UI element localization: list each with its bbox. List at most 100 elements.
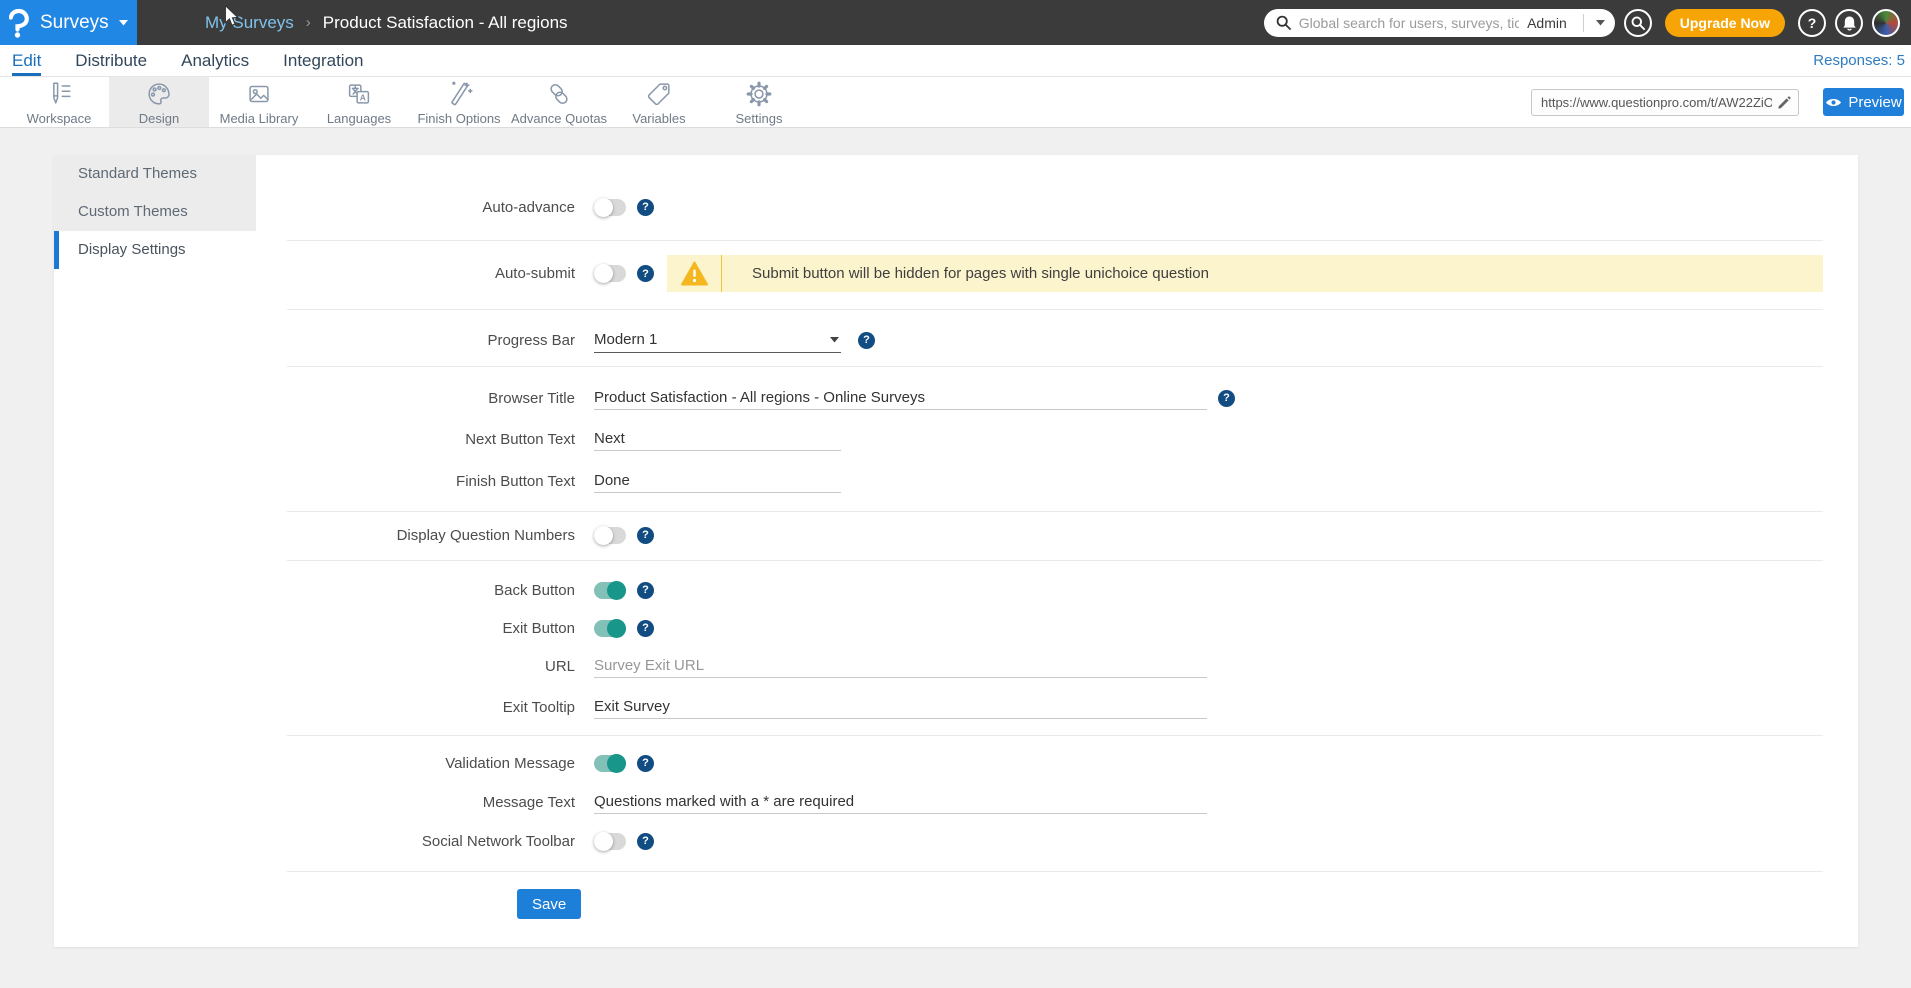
design-settings-card: Standard Themes Custom Themes Display Se… bbox=[54, 155, 1858, 947]
exit-tooltip-input[interactable] bbox=[594, 695, 1207, 719]
validation-message-toggle[interactable] bbox=[594, 755, 626, 772]
help-icon[interactable]: ? bbox=[1218, 390, 1235, 407]
advance-quotas-icon bbox=[544, 79, 574, 109]
auto-advance-label: Auto-advance bbox=[287, 199, 594, 216]
progress-bar-value: Modern 1 bbox=[594, 331, 657, 348]
validation-message-label: Validation Message bbox=[287, 755, 594, 772]
toolbar-item-languages[interactable]: A Languages bbox=[309, 77, 409, 127]
avatar[interactable] bbox=[1872, 9, 1900, 37]
auto-advance-toggle[interactable] bbox=[594, 199, 626, 216]
search-scope-caret-icon[interactable] bbox=[1596, 20, 1605, 26]
tab-edit[interactable]: Edit bbox=[12, 45, 41, 76]
toolbar-item-variables[interactable]: Variables bbox=[609, 77, 709, 127]
global-search[interactable]: Global search for users, surveys, ticket… bbox=[1264, 9, 1615, 37]
exit-button-label: Exit Button bbox=[287, 620, 594, 637]
toolbar-item-finish-options[interactable]: Finish Options bbox=[409, 77, 509, 127]
help-icon[interactable]: ? bbox=[1798, 9, 1826, 37]
divider bbox=[287, 309, 1823, 310]
row-social-network-toolbar: Social Network Toolbar ? bbox=[287, 826, 1823, 856]
toolbar-label: Workspace bbox=[27, 111, 92, 126]
survey-url-box[interactable]: https://www.questionpro.com/t/AW22ZiOP bbox=[1531, 89, 1799, 116]
breadcrumb-my-surveys[interactable]: My Surveys bbox=[205, 13, 294, 33]
social-network-toolbar-label: Social Network Toolbar bbox=[287, 833, 594, 850]
row-back-button: Back Button ? bbox=[287, 575, 1823, 605]
caret-down-icon bbox=[119, 20, 128, 26]
row-exit-tooltip: Exit Tooltip bbox=[287, 692, 1823, 722]
breadcrumb-separator: › bbox=[306, 14, 311, 31]
row-save: Save bbox=[287, 889, 1823, 919]
finish-button-text-input[interactable] bbox=[594, 469, 841, 493]
social-network-toolbar-toggle[interactable] bbox=[594, 833, 626, 850]
sidebar-item-standard-themes[interactable]: Standard Themes bbox=[54, 155, 256, 193]
next-button-text-input[interactable] bbox=[594, 427, 841, 451]
sidebar-item-custom-themes[interactable]: Custom Themes bbox=[54, 193, 256, 231]
surveys-menu[interactable]: Surveys bbox=[0, 0, 137, 45]
toolbar-item-settings[interactable]: Settings bbox=[709, 77, 809, 127]
row-auto-submit: Auto-submit ? Submit button will be hidd… bbox=[287, 255, 1823, 292]
tab-analytics[interactable]: Analytics bbox=[181, 45, 249, 76]
app-label: Surveys bbox=[40, 12, 109, 34]
warning-message: Submit button will be hidden for pages w… bbox=[722, 265, 1209, 282]
page-title: Product Satisfaction - All regions bbox=[323, 13, 568, 33]
pencil-icon[interactable] bbox=[1778, 96, 1791, 109]
help-icon[interactable]: ? bbox=[637, 833, 654, 850]
save-button[interactable]: Save bbox=[517, 889, 581, 919]
top-bar: Surveys My Surveys › Product Satisfactio… bbox=[0, 0, 1911, 45]
help-icon[interactable]: ? bbox=[637, 620, 654, 637]
search-scope-label[interactable]: Admin bbox=[1527, 15, 1567, 31]
toolbar-label: Finish Options bbox=[417, 111, 500, 126]
auto-submit-label: Auto-submit bbox=[287, 265, 594, 282]
responses-count[interactable]: Responses: 5 bbox=[1813, 52, 1905, 69]
browser-title-input[interactable] bbox=[594, 386, 1207, 410]
progress-bar-label: Progress Bar bbox=[287, 332, 594, 349]
breadcrumb: My Surveys › Product Satisfaction - All … bbox=[205, 13, 568, 33]
progress-bar-select[interactable]: Modern 1 bbox=[594, 327, 841, 353]
toolbar-right: https://www.questionpro.com/t/AW22ZiOP P… bbox=[1531, 77, 1911, 127]
toolbar-item-design[interactable]: Design bbox=[109, 77, 209, 127]
toolbar-item-advance-quotas[interactable]: Advance Quotas bbox=[509, 77, 609, 127]
preview-button[interactable]: Preview bbox=[1823, 88, 1904, 116]
help-icon[interactable]: ? bbox=[637, 755, 654, 772]
help-icon[interactable]: ? bbox=[637, 582, 654, 599]
survey-url: https://www.questionpro.com/t/AW22ZiOP bbox=[1541, 95, 1772, 110]
toolbar-label: Advance Quotas bbox=[511, 111, 607, 126]
divider bbox=[287, 511, 1823, 512]
bell-icon[interactable] bbox=[1835, 9, 1863, 37]
divider bbox=[287, 240, 1823, 241]
next-button-text-label: Next Button Text bbox=[287, 431, 594, 448]
row-browser-title: Browser Title ? bbox=[287, 383, 1823, 413]
row-display-question-numbers: Display Question Numbers ? bbox=[287, 520, 1823, 550]
row-auto-advance: Auto-advance ? bbox=[287, 192, 1823, 222]
help-icon[interactable]: ? bbox=[637, 199, 654, 216]
upgrade-now-button[interactable]: Upgrade Now bbox=[1665, 9, 1785, 37]
divider bbox=[1583, 14, 1584, 32]
help-icon[interactable]: ? bbox=[637, 527, 654, 544]
display-question-numbers-toggle[interactable] bbox=[594, 527, 626, 544]
row-progress-bar: Progress Bar Modern 1 ? bbox=[287, 324, 1823, 356]
search-button[interactable] bbox=[1624, 9, 1652, 37]
toolbar-item-media-library[interactable]: Media Library bbox=[209, 77, 309, 127]
design-sidebar: Standard Themes Custom Themes Display Se… bbox=[54, 155, 256, 947]
workspace-icon bbox=[44, 79, 74, 109]
auto-submit-toggle[interactable] bbox=[594, 265, 626, 282]
warning-triangle-icon bbox=[667, 261, 721, 286]
row-finish-button-text: Finish Button Text bbox=[287, 466, 1823, 496]
tab-integration[interactable]: Integration bbox=[283, 45, 363, 76]
sidebar-item-display-settings[interactable]: Display Settings bbox=[54, 231, 256, 269]
message-text-input[interactable] bbox=[594, 790, 1207, 814]
exit-button-toggle[interactable] bbox=[594, 620, 626, 637]
help-icon[interactable]: ? bbox=[858, 332, 875, 349]
search-icon bbox=[1276, 15, 1291, 30]
back-button-toggle[interactable] bbox=[594, 582, 626, 599]
help-icon[interactable]: ? bbox=[637, 265, 654, 282]
tab-distribute[interactable]: Distribute bbox=[75, 45, 147, 76]
settings-icon bbox=[744, 79, 774, 109]
questionpro-logo bbox=[9, 8, 33, 38]
toolbar-label: Languages bbox=[327, 111, 391, 126]
divider bbox=[287, 366, 1823, 367]
svg-text:A: A bbox=[360, 92, 366, 102]
search-input[interactable]: Global search for users, surveys, ticket… bbox=[1299, 15, 1519, 31]
exit-url-input[interactable] bbox=[594, 654, 1207, 678]
survey-nav: Edit Distribute Analytics Integration Re… bbox=[0, 45, 1911, 76]
toolbar-item-workspace[interactable]: Workspace bbox=[9, 77, 109, 127]
